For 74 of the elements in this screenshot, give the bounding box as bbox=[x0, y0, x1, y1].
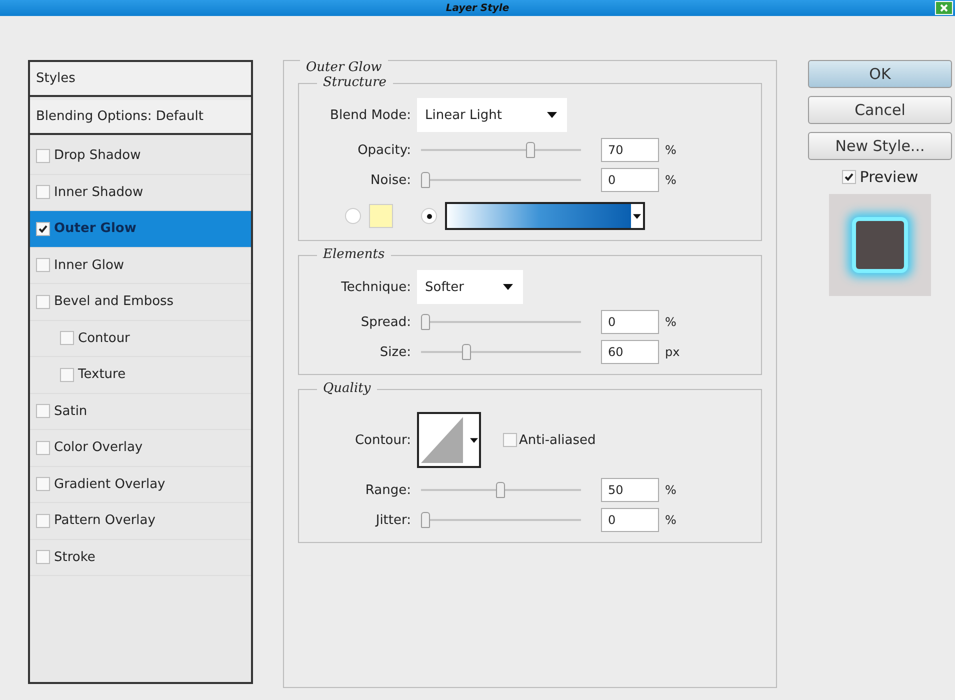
input-field[interactable]: 0 bbox=[601, 508, 659, 532]
style-list-item[interactable]: Bevel and Emboss bbox=[30, 284, 251, 320]
close-button[interactable] bbox=[935, 1, 953, 15]
checkbox-label: Anti-aliased bbox=[519, 432, 596, 448]
contour-picker[interactable] bbox=[417, 412, 481, 468]
unit-label: % bbox=[665, 143, 676, 157]
window-title: Layer Style bbox=[446, 2, 510, 14]
unit-label: px bbox=[665, 345, 680, 359]
checkbox[interactable] bbox=[36, 294, 50, 309]
styles-header[interactable]: Styles bbox=[30, 62, 251, 97]
dialog-button[interactable]: Cancel bbox=[808, 96, 952, 124]
slider-label: Opacity: bbox=[356, 142, 411, 158]
slider-thumb[interactable] bbox=[526, 142, 535, 158]
slider-thumb[interactable] bbox=[496, 482, 505, 498]
style-list-item[interactable]: Color Overlay bbox=[30, 430, 251, 466]
slider-label: Noise: bbox=[370, 172, 411, 188]
checkbox-label: Preview bbox=[860, 168, 918, 186]
style-list-item[interactable]: Outer Glow bbox=[30, 211, 251, 248]
checkbox[interactable] bbox=[60, 331, 74, 346]
checkbox[interactable] bbox=[36, 404, 50, 418]
input-field[interactable]: 70 bbox=[601, 138, 659, 162]
checkbox[interactable] bbox=[36, 185, 50, 200]
slider-thumb[interactable] bbox=[421, 172, 430, 188]
input-field[interactable]: 0 bbox=[601, 310, 659, 334]
dialog-button[interactable]: OK bbox=[808, 60, 952, 88]
slider-label: Range: bbox=[364, 482, 411, 498]
dialog-button[interactable]: New Style... bbox=[808, 132, 952, 160]
input-field[interactable]: 50 bbox=[601, 478, 659, 502]
slider-label: Jitter: bbox=[374, 512, 411, 528]
input-field[interactable]: 0 bbox=[601, 168, 659, 192]
close-icon bbox=[939, 3, 949, 13]
style-list-item[interactable]: Stroke bbox=[30, 540, 251, 576]
slider-thumb[interactable] bbox=[421, 512, 430, 528]
slider-thumb[interactable] bbox=[421, 314, 430, 330]
checkbox[interactable] bbox=[60, 368, 74, 382]
style-list-item[interactable]: Satin bbox=[30, 394, 251, 430]
unit-label: % bbox=[665, 483, 676, 497]
section-title: Quality bbox=[317, 381, 377, 396]
input-field[interactable]: 60 bbox=[601, 340, 659, 364]
radio-button[interactable] bbox=[345, 208, 361, 224]
checkbox[interactable] bbox=[36, 514, 50, 528]
style-list-item[interactable]: Drop Shadow bbox=[30, 138, 251, 174]
checkbox[interactable] bbox=[36, 440, 50, 455]
style-list-item[interactable]: Inner Glow bbox=[30, 248, 251, 284]
style-list-item[interactable]: Contour bbox=[30, 320, 251, 357]
unit-label: % bbox=[665, 315, 676, 329]
color-swatch[interactable] bbox=[369, 204, 393, 228]
field-label: Technique: bbox=[340, 280, 411, 294]
slider-label: Spread: bbox=[360, 314, 411, 330]
field-label: Contour: bbox=[354, 432, 411, 448]
style-list-item[interactable]: Pattern Overlay bbox=[30, 503, 251, 540]
checkbox[interactable] bbox=[503, 433, 517, 447]
style-list-item[interactable]: Texture bbox=[30, 357, 251, 394]
caret-icon bbox=[470, 438, 478, 442]
checkbox[interactable] bbox=[36, 477, 50, 492]
technique-dropdown[interactable]: Softer bbox=[417, 270, 523, 304]
caret-icon bbox=[633, 214, 641, 218]
style-list-item[interactable]: Gradient Overlay bbox=[30, 466, 251, 503]
blend-mode-dropdown[interactable]: Linear Light bbox=[417, 98, 567, 132]
field-label: Blend Mode: bbox=[329, 108, 411, 122]
caret-icon bbox=[547, 112, 557, 118]
slider-label: Size: bbox=[378, 344, 411, 360]
caret-icon bbox=[503, 284, 513, 290]
gradient-picker[interactable] bbox=[445, 202, 645, 230]
checkbox[interactable] bbox=[842, 170, 856, 184]
checkbox[interactable] bbox=[36, 550, 50, 564]
checkbox[interactable] bbox=[36, 258, 50, 272]
unit-label: % bbox=[665, 513, 676, 527]
checkbox[interactable] bbox=[36, 148, 50, 163]
checkbox[interactable] bbox=[36, 222, 50, 236]
slider-thumb[interactable] bbox=[462, 344, 470, 360]
radio-button[interactable] bbox=[421, 208, 437, 224]
unit-label: % bbox=[665, 173, 676, 187]
blending-options-item[interactable]: Blending Options: Default bbox=[30, 100, 251, 135]
